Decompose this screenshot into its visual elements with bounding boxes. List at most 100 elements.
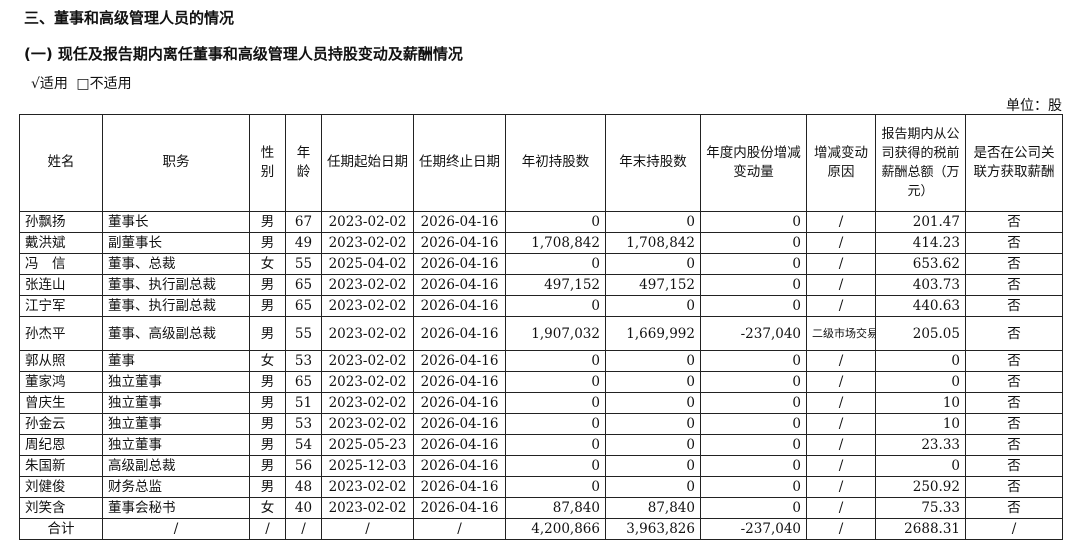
cell-share-change: 0 <box>700 455 807 477</box>
cell-position: 副董事长 <box>102 232 250 254</box>
cell-term-end: 2026-04-16 <box>413 413 506 435</box>
table-row: 孙杰平 董事、高级副总裁男 55 2023-02-02 2026-04-16 1,907,… <box>19 316 1063 351</box>
cell-age: 49 <box>285 232 322 254</box>
cell-share-change: 0 <box>700 253 807 275</box>
header-shares-begin: 年初持股数 <box>505 114 606 212</box>
cell-shares-end: 497,152 <box>605 274 701 296</box>
cell-name: 刘笑含 <box>19 497 103 519</box>
cell-share-change: 0 <box>700 232 807 254</box>
cell-gender: 男 <box>249 434 286 456</box>
cell-shares-end: 1,669,992 <box>605 316 701 351</box>
cell-related-party-pay: 否 <box>965 350 1063 372</box>
cell-term-start: 2023-02-02 <box>321 371 414 393</box>
cell-term-end: 2026-04-16 <box>413 295 506 317</box>
cell-gender: 男 <box>249 211 286 233</box>
cell-term-end: 2026-04-16 <box>413 211 506 233</box>
cell-term-end: 2026-04-16 <box>413 476 506 498</box>
cell-related-party-pay: 否 <box>965 392 1063 414</box>
cell-term-start: 2023-02-02 <box>321 274 414 296</box>
table-row: 张连山 董事、执行副总裁男 65 2023-02-02 2026-04-16 497,15… <box>19 274 1063 296</box>
cell-related-party-pay: 否 <box>965 371 1063 393</box>
cell-gender: 男 <box>249 455 286 477</box>
cell-position: 董事、执行副总裁 <box>102 295 250 317</box>
cell-shares-begin: 497,152 <box>505 274 606 296</box>
cell-gender: 男 <box>249 316 286 351</box>
cell-shares-begin: 0 <box>505 413 606 435</box>
cell-position: 独立董事 <box>102 413 250 435</box>
header-term-end: 任期终止日期 <box>413 114 506 212</box>
cell-term-start: / <box>321 518 414 540</box>
cell-gender: 男 <box>249 274 286 296</box>
cell-term-start: 2023-02-02 <box>321 350 414 372</box>
cell-position: 董事会秘书 <box>102 497 250 519</box>
cell-age: 54 <box>285 434 322 456</box>
cell-gender: / <box>249 518 286 540</box>
cell-term-start: 2025-05-23 <box>321 434 414 456</box>
cell-related-party-pay: 否 <box>965 295 1063 317</box>
table-row: 朱国新 高级副总裁男 56 2025-12-03 2026-04-16 0 0 0/0 否 <box>19 455 1063 477</box>
header-shares-end: 年末持股数 <box>605 114 701 212</box>
cell-shares-begin: 87,840 <box>505 497 606 519</box>
cell-change-reason: / <box>806 274 876 296</box>
cell-shares-end: 0 <box>605 413 701 435</box>
cell-related-party-pay: 否 <box>965 274 1063 296</box>
cell-compensation: 75.33 <box>875 497 966 519</box>
cell-share-change: -237,040 <box>700 316 807 351</box>
cell-shares-begin: 0 <box>505 392 606 414</box>
cell-gender: 女 <box>249 497 286 519</box>
header-related-party-pay: 是否在公司关联方获取薪酬 <box>965 114 1063 212</box>
table-header-row: 姓名 职务 性别 年龄 任期起始日期 任期终止日期 年初持股数 年末持股数 年度… <box>19 114 1063 212</box>
cell-term-end: 2026-04-16 <box>413 497 506 519</box>
cell-term-start: 2023-02-02 <box>321 316 414 351</box>
cell-name: 冯 信 <box>19 253 103 275</box>
cell-position: 独立董事 <box>102 434 250 456</box>
cell-compensation: 403.73 <box>875 274 966 296</box>
cell-shares-begin: 0 <box>505 253 606 275</box>
table-row: 刘健俊 财务总监男 48 2023-02-02 2026-04-16 0 0 0/250.92… <box>19 476 1063 498</box>
cell-term-end: 2026-04-16 <box>413 371 506 393</box>
cell-change-reason: / <box>806 413 876 435</box>
cell-age: 67 <box>285 211 322 233</box>
cell-share-change: 0 <box>700 350 807 372</box>
cell-shares-begin: 0 <box>505 455 606 477</box>
table-body: 孙飘扬 董事长男 67 2023-02-02 2026-04-16 0 0 0/201.47 否… <box>19 211 1063 540</box>
header-gender: 性别 <box>249 114 286 212</box>
header-position: 职务 <box>102 114 250 212</box>
cell-share-change: 0 <box>700 295 807 317</box>
cell-gender: 男 <box>249 476 286 498</box>
cell-shares-end: 0 <box>605 295 701 317</box>
header-compensation: 报告期内从公司获得的税前薪酬总额（万元） <box>875 114 966 212</box>
cell-term-end: 2026-04-16 <box>413 455 506 477</box>
cell-compensation: 440.63 <box>875 295 966 317</box>
cell-change-reason: 二级市场交易 <box>806 316 876 351</box>
cell-gender: 女 <box>249 253 286 275</box>
cell-change-reason: / <box>806 455 876 477</box>
cell-compensation: 201.47 <box>875 211 966 233</box>
cell-change-reason: / <box>806 371 876 393</box>
table-total-row: 合计 / / / //4,200,866 3,963,826 -237,040/2688.3… <box>19 518 1063 540</box>
header-share-change: 年度内股份增减变动量 <box>700 114 807 212</box>
cell-related-party-pay: 否 <box>965 455 1063 477</box>
unit-label: 单位：股 <box>1006 98 1062 114</box>
header-term-start: 任期起始日期 <box>321 114 414 212</box>
cell-share-change: 0 <box>700 274 807 296</box>
cell-change-reason: / <box>806 392 876 414</box>
cell-shares-end: 0 <box>605 455 701 477</box>
cell-related-party-pay: 否 <box>965 413 1063 435</box>
cell-term-start: 2025-04-02 <box>321 253 414 275</box>
cell-age: 53 <box>285 350 322 372</box>
cell-name: 江宁军 <box>19 295 103 317</box>
cell-gender: 男 <box>249 392 286 414</box>
cell-shares-begin: 0 <box>505 350 606 372</box>
cell-name: 张连山 <box>19 274 103 296</box>
cell-age: 55 <box>285 253 322 275</box>
not-applicable-option: □不适用 <box>76 76 132 92</box>
cell-shares-end: 0 <box>605 371 701 393</box>
cell-shares-end: 0 <box>605 476 701 498</box>
cell-position: 独立董事 <box>102 371 250 393</box>
cell-age: / <box>285 518 322 540</box>
cell-related-party-pay: 否 <box>965 253 1063 275</box>
cell-term-end: 2026-04-16 <box>413 253 506 275</box>
cell-age: 48 <box>285 476 322 498</box>
cell-share-change: 0 <box>700 476 807 498</box>
